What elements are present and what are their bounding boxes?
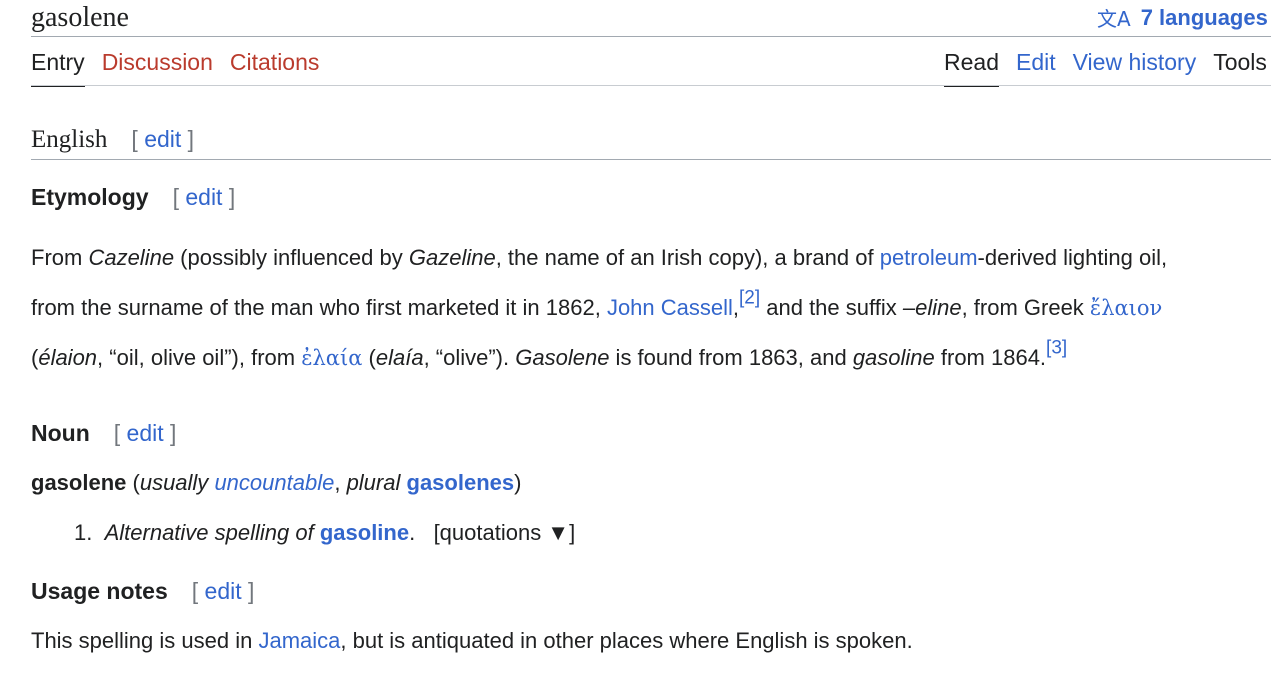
etymology-line-2: from the surname of the man who first ma…	[31, 283, 1271, 333]
link-jamaica[interactable]: Jamaica	[258, 628, 340, 653]
edit-link-english[interactable]: edit	[144, 126, 181, 152]
quotations-toggle[interactable]: [quotations ▼]	[434, 520, 576, 545]
languages-label: 7 languages	[1140, 4, 1268, 30]
etymology-heading-label: Etymology	[31, 184, 149, 210]
view-tabs: Read Edit View history Tools	[944, 48, 1267, 87]
tab-entry[interactable]: Entry	[31, 48, 85, 87]
text: )	[514, 470, 522, 495]
text: , “olive”).	[423, 345, 516, 370]
link-greek-elaion[interactable]: ἔλαιον	[1090, 296, 1162, 320]
text: , the name of an Irish copy), a brand of	[495, 245, 880, 270]
usage-notes-heading: Usage notes [ edit ]	[31, 576, 254, 606]
etymology-line-1: From Cazeline (possibly influenced by Ga…	[31, 233, 1271, 283]
usage-notes-heading-label: Usage notes	[31, 578, 168, 604]
translate-icon: 文A	[1097, 7, 1131, 31]
text: , but is antiquated in other places wher…	[340, 628, 913, 653]
term-cazeline: Cazeline	[88, 245, 175, 270]
definition-number: 1.	[74, 520, 93, 545]
term-eline: –eline	[902, 295, 962, 320]
languages-button[interactable]: 文A 7 languages	[1097, 3, 1268, 32]
definition-1: 1. Alternative spelling of gasoline. [qu…	[74, 518, 575, 548]
link-greek-elaia[interactable]: ἐλαία	[301, 346, 362, 370]
text: (	[362, 345, 376, 370]
tab-read[interactable]: Read	[944, 48, 999, 87]
edit-section-noun: [ edit ]	[113, 420, 177, 446]
noun-headword-line: gasolene (usually uncountable, plural ga…	[31, 468, 521, 498]
noun-heading-label: Noun	[31, 420, 90, 446]
text: and the suffix	[760, 295, 903, 320]
text: , from Greek	[961, 295, 1090, 320]
noun-heading: Noun [ edit ]	[31, 418, 176, 448]
tabs-divider	[31, 85, 1271, 86]
title-divider	[31, 36, 1271, 37]
tab-edit[interactable]: Edit	[1016, 48, 1056, 87]
edit-section-english: [ edit ]	[131, 126, 195, 152]
link-petroleum[interactable]: petroleum	[880, 245, 978, 270]
edit-link-etymology[interactable]: edit	[185, 184, 222, 210]
link-gasoline[interactable]: gasoline	[320, 520, 409, 545]
term-elaia: elaía	[375, 345, 424, 370]
text: (	[126, 470, 140, 495]
label-plural: plural	[346, 470, 401, 495]
headword: gasolene	[31, 470, 127, 495]
usage-notes-text: This spelling is used in Jamaica, but is…	[31, 626, 913, 656]
term-gazeline: Gazeline	[408, 245, 496, 270]
edit-section-usage: [ edit ]	[191, 578, 255, 604]
link-uncountable[interactable]: uncountable	[214, 470, 334, 495]
text: from the surname of the man who first ma…	[31, 295, 607, 320]
page-title: gasolene	[31, 2, 129, 33]
term-elaion: élaion	[38, 345, 98, 370]
language-divider	[31, 159, 1271, 160]
edit-link-usage[interactable]: edit	[205, 578, 242, 604]
tab-discussion[interactable]: Discussion	[102, 48, 213, 87]
term-gasoline: gasoline	[852, 345, 935, 370]
text: From	[31, 245, 89, 270]
text: (possibly influenced by	[174, 245, 409, 270]
text: ,	[334, 470, 347, 495]
definition-alt-label: Alternative spelling of	[104, 520, 314, 545]
label-usually: usually	[139, 470, 209, 495]
text: , “oil, olive oil”), from	[97, 345, 302, 370]
etymology-heading: Etymology [ edit ]	[31, 182, 235, 212]
language-heading: English [ edit ]	[31, 122, 194, 157]
link-gasolenes[interactable]: gasolenes	[407, 470, 515, 495]
link-john-cassell[interactable]: John Cassell	[607, 295, 733, 320]
tab-citations[interactable]: Citations	[230, 48, 319, 87]
text: .	[409, 520, 416, 545]
edit-section-etymology: [ edit ]	[172, 184, 236, 210]
tools-menu[interactable]: Tools	[1213, 48, 1267, 87]
tab-view-history[interactable]: View history	[1073, 48, 1197, 87]
text: is found from 1863, and	[609, 345, 853, 370]
reference-3[interactable]: [3]	[1046, 338, 1067, 359]
text: -derived lighting oil,	[977, 245, 1168, 270]
text: from 1864.	[934, 345, 1047, 370]
reference-2[interactable]: [2]	[739, 288, 760, 309]
language-heading-label: English	[31, 126, 108, 153]
term-gasolene: Gasolene	[515, 345, 610, 370]
edit-link-noun[interactable]: edit	[127, 420, 164, 446]
text: This spelling is used in	[31, 628, 259, 653]
etymology-line-3: (élaion, “oil, olive oil”), from ἐλαία (…	[31, 333, 1271, 383]
page-tabs: Entry Discussion Citations	[31, 48, 336, 87]
